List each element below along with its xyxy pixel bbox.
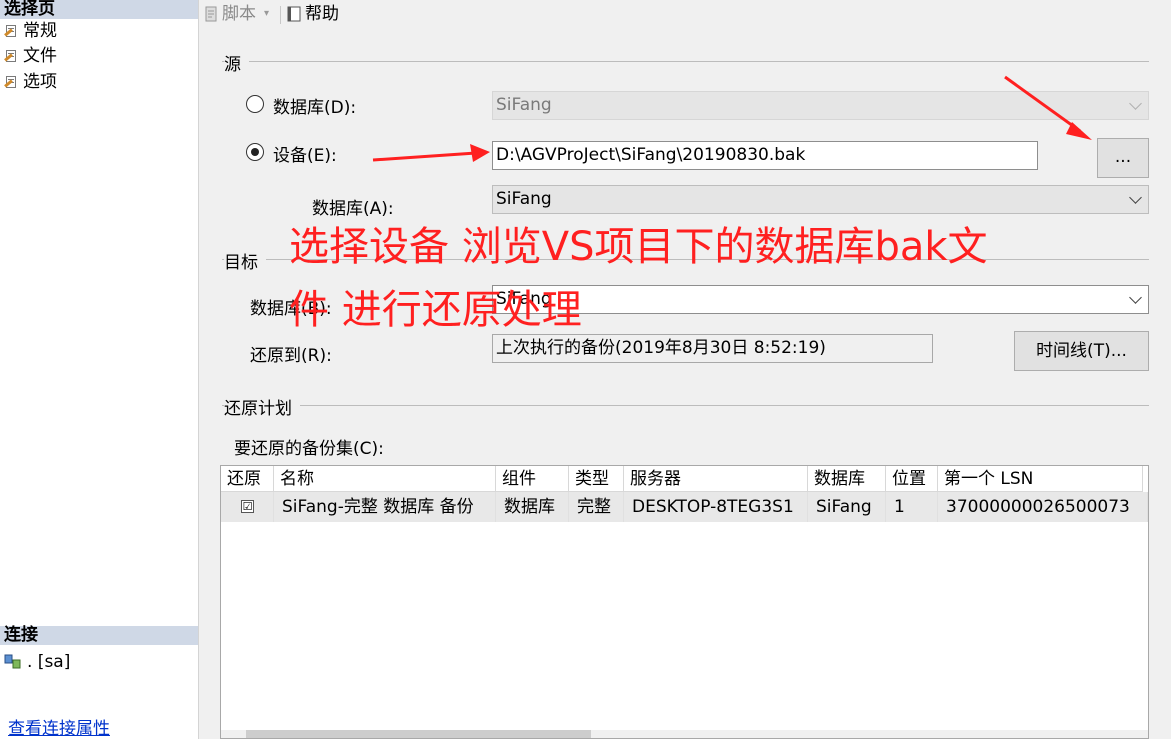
arrow-to-browse-button [1004,75,1081,133]
arrow-to-device-path [372,151,477,162]
annotation-text-line1: 选择设备 浏览VS项目下的数据库bak文 [289,224,988,270]
annotation-arrows [372,75,1092,162]
annotation-text-line2: 件 进行还原处理 [289,287,582,333]
arrowhead [470,144,490,162]
